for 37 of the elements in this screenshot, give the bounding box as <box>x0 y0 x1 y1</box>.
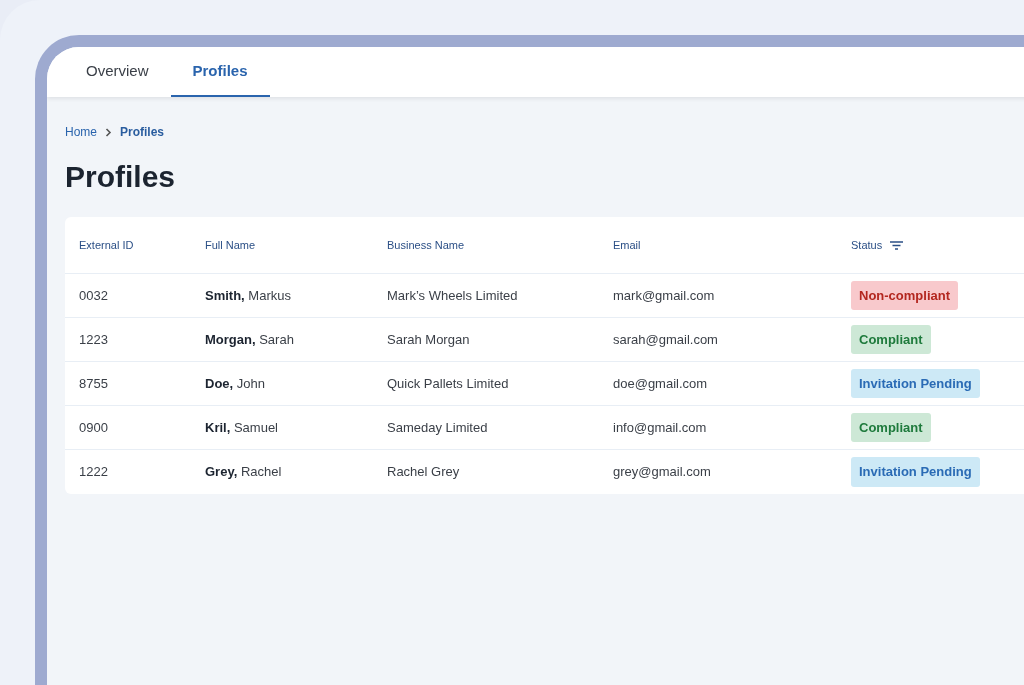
table-cell: Doe, John <box>205 375 265 391</box>
table-cell: Kril, Samuel <box>205 419 278 435</box>
table-cell: Grey, Rachel <box>205 464 282 480</box>
table-cell: Sarah Morgan <box>387 331 470 347</box>
table-cell: Quick Pallets Limited <box>387 375 509 391</box>
status-badge: Invitation Pending <box>851 457 980 487</box>
table-cell: 0900 <box>79 419 108 435</box>
table-cell: 1223 <box>79 331 108 347</box>
column-header: Email <box>613 237 641 253</box>
table-cell: doe@gmail.com <box>613 375 708 391</box>
page-title: Profiles <box>65 159 177 195</box>
breadcrumb-current: Profiles <box>120 124 165 141</box>
table-cell: info@gmail.com <box>613 419 707 435</box>
table-cell: Morgan, Sarah <box>205 331 294 347</box>
chevron-right-icon <box>105 127 112 137</box>
table-cell: 1222 <box>79 464 108 480</box>
breadcrumb-link[interactable]: Home <box>65 123 97 141</box>
table-cell: Smith, Markus <box>205 287 291 303</box>
filter-icon[interactable] <box>890 240 904 250</box>
status-badge: Compliant <box>851 324 931 355</box>
table-cell: Rachel Grey <box>387 464 460 480</box>
column-header: External ID <box>79 237 134 253</box>
tab[interactable]: Overview <box>64 47 171 97</box>
status-badge: Invitation Pending <box>851 368 980 399</box>
table-cell: grey@gmail.com <box>613 464 711 480</box>
table-cell: 8755 <box>79 375 108 391</box>
status-badge: Compliant <box>851 412 931 443</box>
column-header: Full Name <box>205 237 256 253</box>
status-badge: Non-compliant <box>851 280 958 311</box>
table-cell: Mark’s Wheels Limited <box>387 287 518 303</box>
column-header: Business Name <box>387 237 465 253</box>
table-cell: mark@gmail.com <box>613 287 715 303</box>
table-cell: sarah@gmail.com <box>613 331 718 347</box>
table-cell: Sameday Limited <box>387 419 488 435</box>
tab[interactable]: Profiles <box>170 47 270 97</box>
column-header: Status <box>851 237 883 253</box>
table-cell: 0032 <box>79 287 108 303</box>
